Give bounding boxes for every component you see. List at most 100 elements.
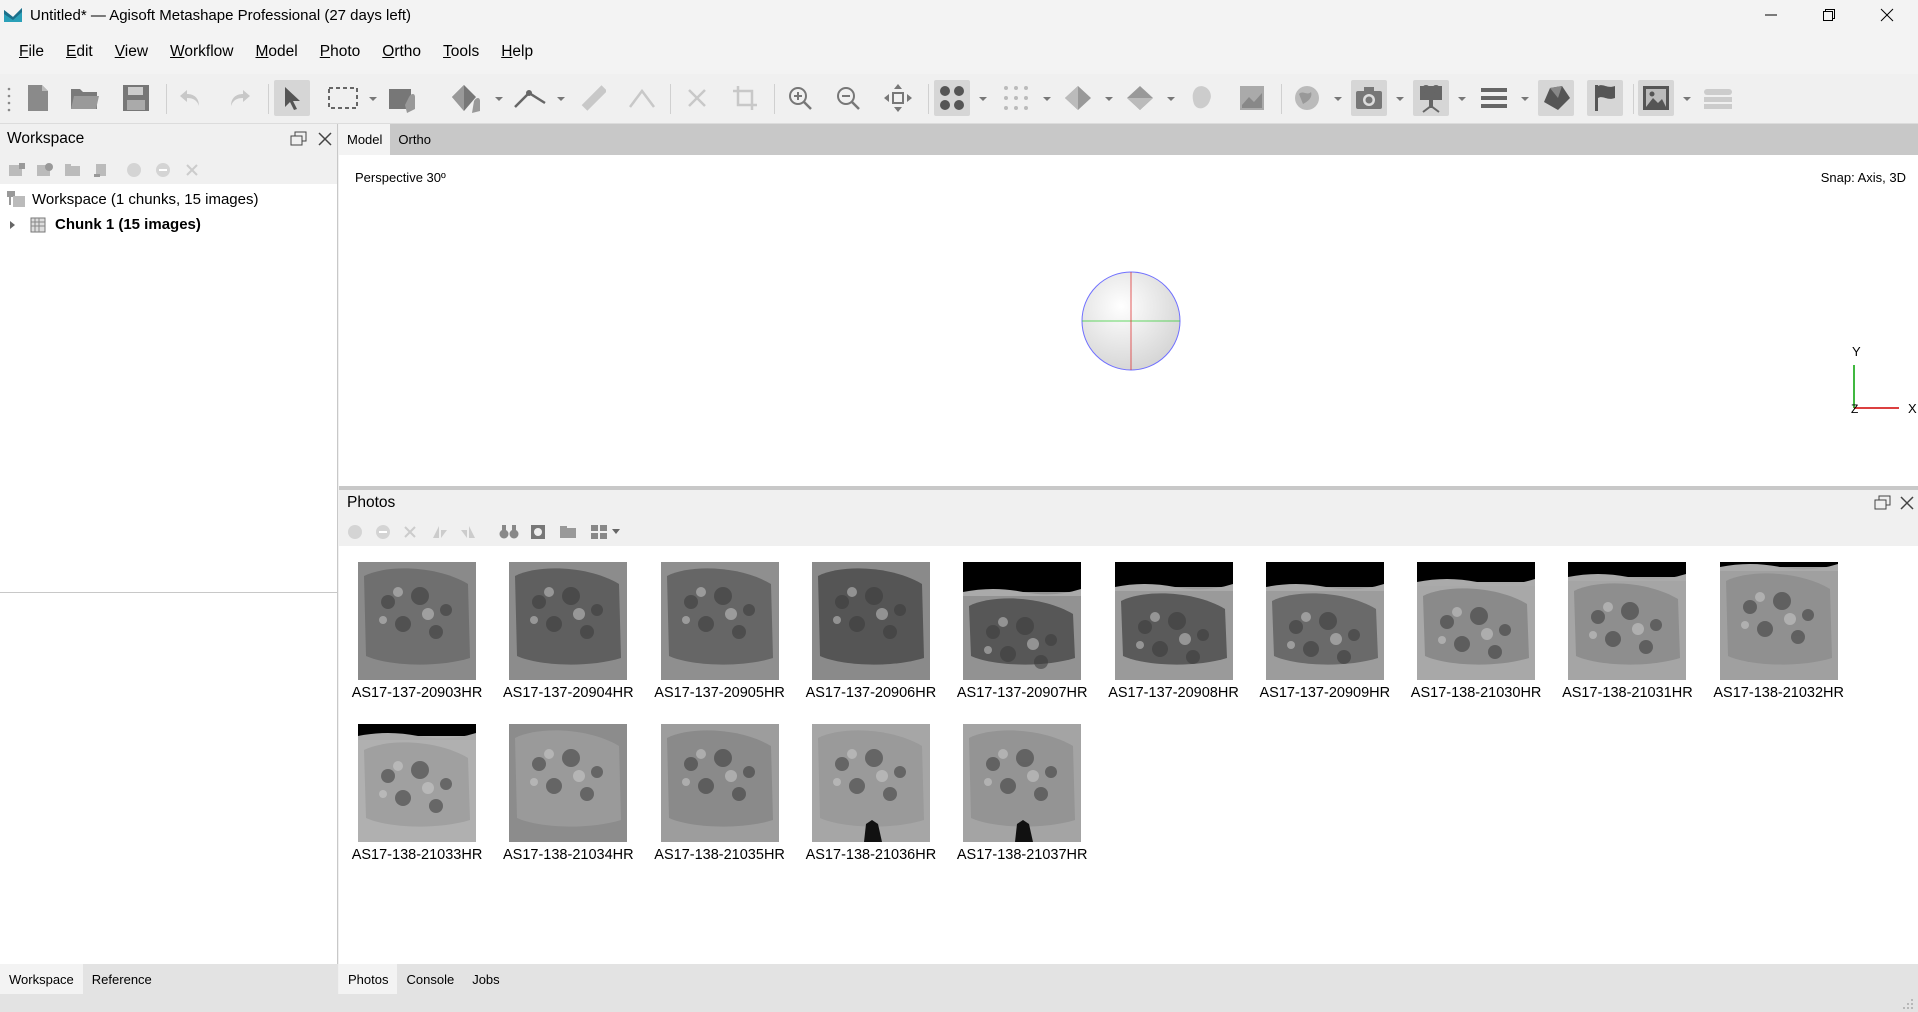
resize-grip-icon[interactable] xyxy=(1902,998,1914,1010)
tab-ortho[interactable]: Ortho xyxy=(390,124,439,155)
photo-thumbnail[interactable]: AS17-137-20908HR xyxy=(1098,562,1250,701)
show-shapes-button[interactable] xyxy=(1476,80,1512,116)
chevron-down-icon[interactable] xyxy=(1104,94,1114,104)
show-basemap-button[interactable] xyxy=(1289,80,1325,116)
rectangle-selection-button[interactable] xyxy=(325,80,361,116)
menu-view[interactable]: View xyxy=(104,37,159,67)
chevron-down-icon[interactable] xyxy=(978,94,988,104)
angle-measure-button[interactable] xyxy=(624,80,660,116)
photo-thumbnail[interactable]: AS17-138-21033HR xyxy=(341,724,493,863)
zoom-out-button[interactable] xyxy=(830,80,866,116)
show-orthomosaic-button[interactable] xyxy=(1234,80,1270,116)
show-images-button[interactable] xyxy=(1638,80,1674,116)
photo-thumbnail[interactable]: AS17-138-21030HR xyxy=(1400,562,1552,701)
tab-model[interactable]: Model xyxy=(339,124,391,155)
remove-icon[interactable] xyxy=(403,525,417,539)
photo-thumbnail[interactable]: AS17-137-20904HR xyxy=(492,562,644,701)
show-model-button[interactable] xyxy=(1060,80,1096,116)
chevron-down-icon[interactable] xyxy=(1520,94,1530,104)
tab-jobs[interactable]: Jobs xyxy=(463,964,508,994)
chevron-down-icon[interactable] xyxy=(1457,94,1467,104)
close-panel-icon[interactable] xyxy=(1899,495,1915,511)
photo-thumbnail[interactable]: AS17-138-21034HR xyxy=(492,724,644,863)
show-region-button[interactable] xyxy=(1538,80,1574,116)
photo-thumbnail[interactable]: AS17-138-21036HR xyxy=(795,724,947,863)
remove-items-icon[interactable] xyxy=(92,162,110,178)
show-markers-button[interactable] xyxy=(1587,80,1623,116)
float-panel-icon[interactable] xyxy=(1874,495,1892,511)
rotate-object-button[interactable] xyxy=(448,80,484,116)
minimize-button[interactable] xyxy=(1742,0,1800,30)
menu-edit[interactable]: Edit xyxy=(55,37,104,67)
show-camera-tracks-button[interactable] xyxy=(1413,80,1449,116)
chevron-down-icon[interactable] xyxy=(1166,94,1176,104)
show-cameras-button[interactable] xyxy=(1351,80,1387,116)
draw-shape-button[interactable] xyxy=(387,80,423,116)
model-viewport[interactable]: Perspective 30º Snap: Axis, 3D Y X Z xyxy=(339,155,1918,486)
menu-model[interactable]: Model xyxy=(245,37,309,67)
disable-camera-icon[interactable] xyxy=(375,524,391,540)
chevron-down-icon[interactable] xyxy=(1042,94,1052,104)
chevron-down-icon[interactable] xyxy=(1333,94,1343,104)
tab-console[interactable]: Console xyxy=(397,964,463,994)
save-project-button[interactable] xyxy=(118,80,154,116)
crop-selection-button[interactable] xyxy=(727,80,763,116)
navigation-tool-button[interactable] xyxy=(274,80,310,116)
enable-camera-icon[interactable] xyxy=(347,524,363,540)
show-tiled-model-button[interactable] xyxy=(1122,80,1158,116)
photo-thumbnail[interactable]: AS17-137-20903HR xyxy=(341,562,493,701)
photo-thumbnail[interactable]: AS17-138-21032HR xyxy=(1703,562,1855,701)
rotate-left-icon[interactable] xyxy=(459,524,477,540)
tab-workspace[interactable]: Workspace xyxy=(0,964,83,994)
chevron-down-icon[interactable] xyxy=(1682,94,1692,104)
menu-tools[interactable]: Tools xyxy=(432,37,490,67)
show-point-cloud-button[interactable] xyxy=(934,80,970,116)
show-dem-button[interactable] xyxy=(1185,80,1221,116)
menu-workflow[interactable]: Workflow xyxy=(159,37,244,67)
ruler-tool-button[interactable] xyxy=(512,80,548,116)
enable-icon[interactable] xyxy=(126,162,142,178)
disable-icon[interactable] xyxy=(155,162,171,178)
tab-reference[interactable]: Reference xyxy=(83,964,161,994)
zoom-in-button[interactable] xyxy=(782,80,818,116)
redo-button[interactable] xyxy=(222,80,258,116)
tree-root-workspace[interactable]: Workspace (1 chunks, 15 images) xyxy=(6,190,259,208)
photo-thumbnail[interactable]: AS17-138-21035HR xyxy=(644,724,796,863)
photo-thumbnail[interactable]: AS17-137-20907HR xyxy=(946,562,1098,701)
tab-photos[interactable]: Photos xyxy=(339,964,398,994)
binoculars-icon[interactable] xyxy=(499,524,519,540)
expand-arrow-icon[interactable] xyxy=(8,220,18,230)
photo-thumbnail[interactable]: AS17-137-20905HR xyxy=(644,562,796,701)
tree-item-chunk[interactable]: Chunk 1 (15 images) xyxy=(8,216,201,233)
add-folder-icon[interactable] xyxy=(64,162,82,178)
restore-button[interactable] xyxy=(1800,0,1858,30)
reset-view-button[interactable] xyxy=(880,80,916,116)
thumbnail-view-icon[interactable] xyxy=(590,524,608,540)
chevron-down-icon[interactable] xyxy=(1395,94,1405,104)
close-window-button[interactable] xyxy=(1858,0,1916,30)
delete-selection-button[interactable] xyxy=(679,80,715,116)
menu-help[interactable]: Help xyxy=(490,37,544,67)
new-project-button[interactable] xyxy=(20,80,56,116)
menu-ortho[interactable]: Ortho xyxy=(371,37,432,67)
menu-file[interactable]: File xyxy=(8,37,55,67)
photo-thumbnail[interactable]: AS17-137-20906HR xyxy=(795,562,947,701)
rotate-right-icon[interactable] xyxy=(431,524,449,540)
chevron-down-icon[interactable] xyxy=(368,94,378,104)
open-project-button[interactable] xyxy=(67,80,103,116)
menu-photo[interactable]: Photo xyxy=(309,37,372,67)
pane-divider[interactable] xyxy=(0,592,338,593)
show-dense-cloud-button[interactable] xyxy=(998,80,1034,116)
chevron-down-icon[interactable] xyxy=(611,528,621,536)
remove-icon[interactable] xyxy=(185,163,199,177)
add-chunk-icon[interactable] xyxy=(8,162,26,178)
close-panel-icon[interactable] xyxy=(317,131,333,147)
mask-icon[interactable] xyxy=(530,524,546,540)
photo-thumbnail[interactable]: AS17-138-21031HR xyxy=(1551,562,1703,701)
chevron-down-icon[interactable] xyxy=(494,94,504,104)
chevron-down-icon[interactable] xyxy=(556,94,566,104)
add-photos-icon[interactable] xyxy=(36,162,54,178)
show-layers-button[interactable] xyxy=(1700,80,1736,116)
trackball-icon[interactable] xyxy=(1080,270,1182,372)
reset-mask-icon[interactable] xyxy=(559,524,577,540)
